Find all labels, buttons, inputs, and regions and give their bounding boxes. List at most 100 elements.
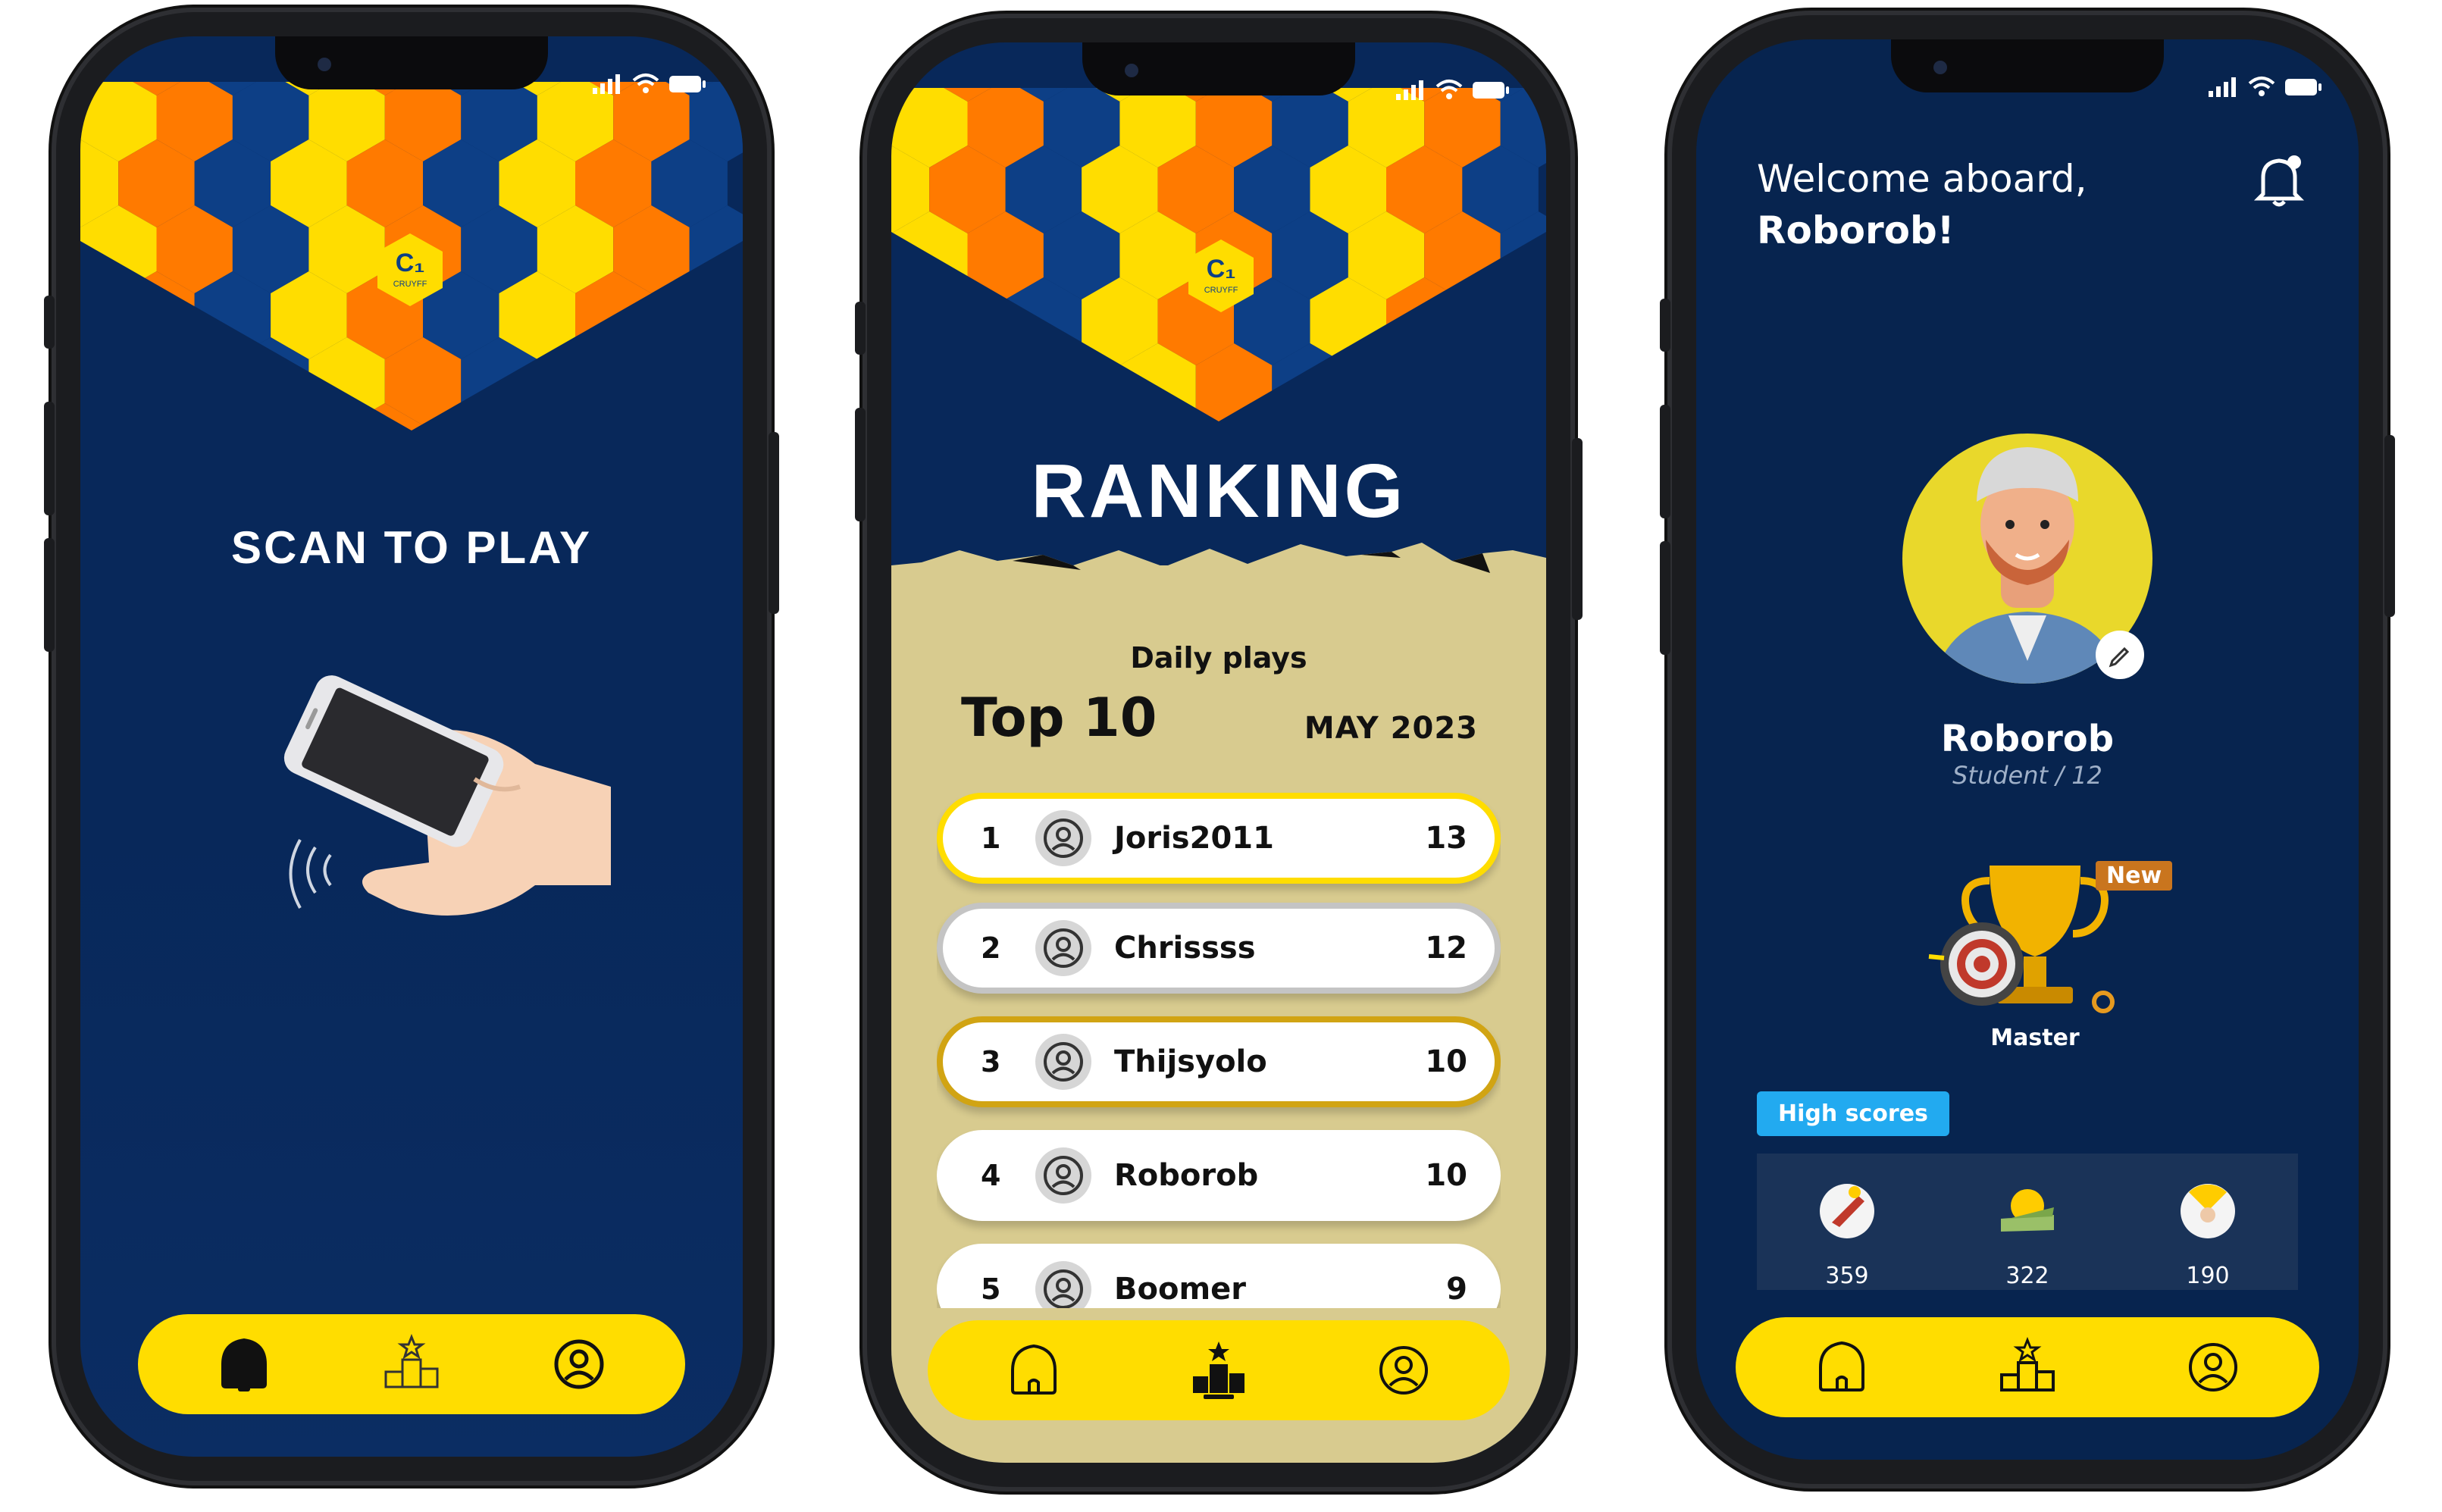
welcome-greeting: Welcome aboard, [1757,157,2087,201]
nfc-hand-illustration [247,658,626,946]
hexagon-tile [967,343,1044,421]
nav-ranking-button[interactable] [1188,1340,1249,1401]
high-score-item[interactable]: 359 [1786,1173,1908,1289]
ranking-username: Boomer [1114,1272,1246,1307]
achievement-label: Master [1990,1025,2080,1051]
podium-icon [1193,1341,1244,1399]
nav-ranking-button[interactable] [381,1334,442,1395]
hexagon-tile [1500,343,1546,421]
nav-home-button[interactable] [214,1334,274,1395]
profile-subtitle: Student / 12 [1952,761,2102,790]
hexagon-tile [689,337,743,425]
hexagon-tile [1348,343,1425,421]
home-icon [221,1338,267,1391]
high-score-item[interactable]: 190 [2147,1173,2268,1289]
status-bar [593,73,706,94]
ranking-score: 12 [1425,931,1467,966]
status-bar [2209,76,2322,97]
tab-high-scores[interactable]: High scores [1757,1091,1949,1136]
ranking-row[interactable]: 3 Thijsyolo 10 [937,1016,1501,1107]
wifi-icon [632,74,659,93]
ranking-username: Thijsyolo [1114,1044,1267,1079]
nav-home-button[interactable] [1811,1337,1872,1398]
rocket-game-icon [1786,1173,1908,1249]
ranking-position: 5 [981,1273,1001,1306]
screen-ranking: C₁ CRUYFF RANKING Daily plays Top 10 MAY … [891,42,1546,1463]
ranking-row[interactable]: 2 Chrissss 12 [937,903,1501,994]
hexagon-tile [156,337,233,425]
hexagon-tile [194,403,271,430]
cruyff-logo: C₁ CRUYFF [1183,238,1259,314]
signal-icon [593,74,620,94]
high-scores-panel: 359 322 190 [1757,1154,2298,1290]
page-title: SCAN TO PLAY [230,522,593,573]
new-badge: New [2096,861,2173,891]
user-avatar-icon [1035,1147,1091,1204]
hexagon-tile [891,277,930,365]
profile-icon [1379,1346,1428,1395]
high-score-item[interactable]: 322 [1967,1173,2088,1289]
ranking-username: Chrissss [1114,931,1256,966]
ranking-subtitle: Daily plays [1130,641,1307,675]
hexagon-tile [499,403,575,430]
user-avatar-icon [1035,1034,1091,1090]
hexagon-tile [80,337,157,425]
edit-avatar-button[interactable] [2096,631,2144,679]
podium-icon [384,1334,439,1388]
hexagon-tile [118,403,195,430]
nav-profile-button[interactable] [549,1334,609,1395]
high-score-value: 322 [2005,1263,2049,1289]
svg-text:CRUYFF: CRUYFF [1204,286,1238,295]
ranking-period: MAY 2023 [1304,711,1478,746]
screen-profile: Welcome aboard, Roborob! Roborob Student… [1696,39,2359,1460]
notification-button[interactable] [2253,153,2306,214]
signal-icon [1396,80,1423,100]
user-avatar-icon [1035,920,1091,976]
high-score-value: 359 [1825,1263,1869,1289]
high-score-value: 190 [2186,1263,2230,1289]
nav-home-button[interactable] [1003,1340,1064,1401]
hexagon-tile [575,403,652,430]
welcome-username: Roborob! [1757,208,1955,252]
podium-icon [2000,1337,2055,1391]
svg-text:C₁: C₁ [396,249,425,277]
profile-icon [554,1339,604,1389]
ranking-heading: Top 10 [961,687,1157,749]
ranking-score: 13 [1425,821,1467,856]
home-icon [1819,1341,1864,1391]
nav-profile-button[interactable] [2183,1337,2243,1398]
ranking-row[interactable]: 4 Roborob 10 [937,1130,1501,1221]
bell-icon [2253,155,2305,207]
ranking-position: 1 [981,822,1001,855]
notch [1891,39,2164,92]
svg-text:CRUYFF: CRUYFF [393,280,427,289]
ranking-position: 2 [981,931,1001,965]
fan-game-icon [2147,1173,2268,1249]
ranking-position: 3 [981,1045,1001,1078]
phone-scan: C₁ CRUYFF SCAN TO PLAY [44,8,779,1485]
profile-name: Roborob [1940,718,2115,760]
crocodile-game-icon [1967,1173,2088,1249]
wifi-icon [1435,80,1463,99]
battery-icon [2285,79,2321,95]
ranking-score: 10 [1425,1044,1467,1079]
hexagon-tile [271,403,347,430]
nav-ranking-button[interactable] [1997,1337,2058,1398]
hexagon-tile [1462,277,1539,365]
torn-edge [891,543,1546,588]
bottom-nav [138,1314,685,1414]
ranking-username: Joris2011 [1114,821,1274,856]
hexagon-tile [80,403,119,430]
wifi-icon [2248,77,2275,96]
welcome-message: Welcome aboard, Roborob! [1757,153,2087,256]
hexagon-tile [80,271,119,359]
cruyff-logo: C₁ CRUYFF [372,232,448,308]
notch [275,36,548,89]
nav-profile-button[interactable] [1373,1340,1434,1401]
phone-profile: Welcome aboard, Roborob! Roborob Student… [1660,11,2395,1489]
ranking-score: 9 [1446,1272,1467,1307]
bottom-nav [928,1320,1510,1420]
ranking-row[interactable]: 1 Joris2011 13 [937,793,1501,884]
ranking-row[interactable]: 5 Boomer 9 [937,1244,1501,1308]
battery-icon [669,76,706,92]
